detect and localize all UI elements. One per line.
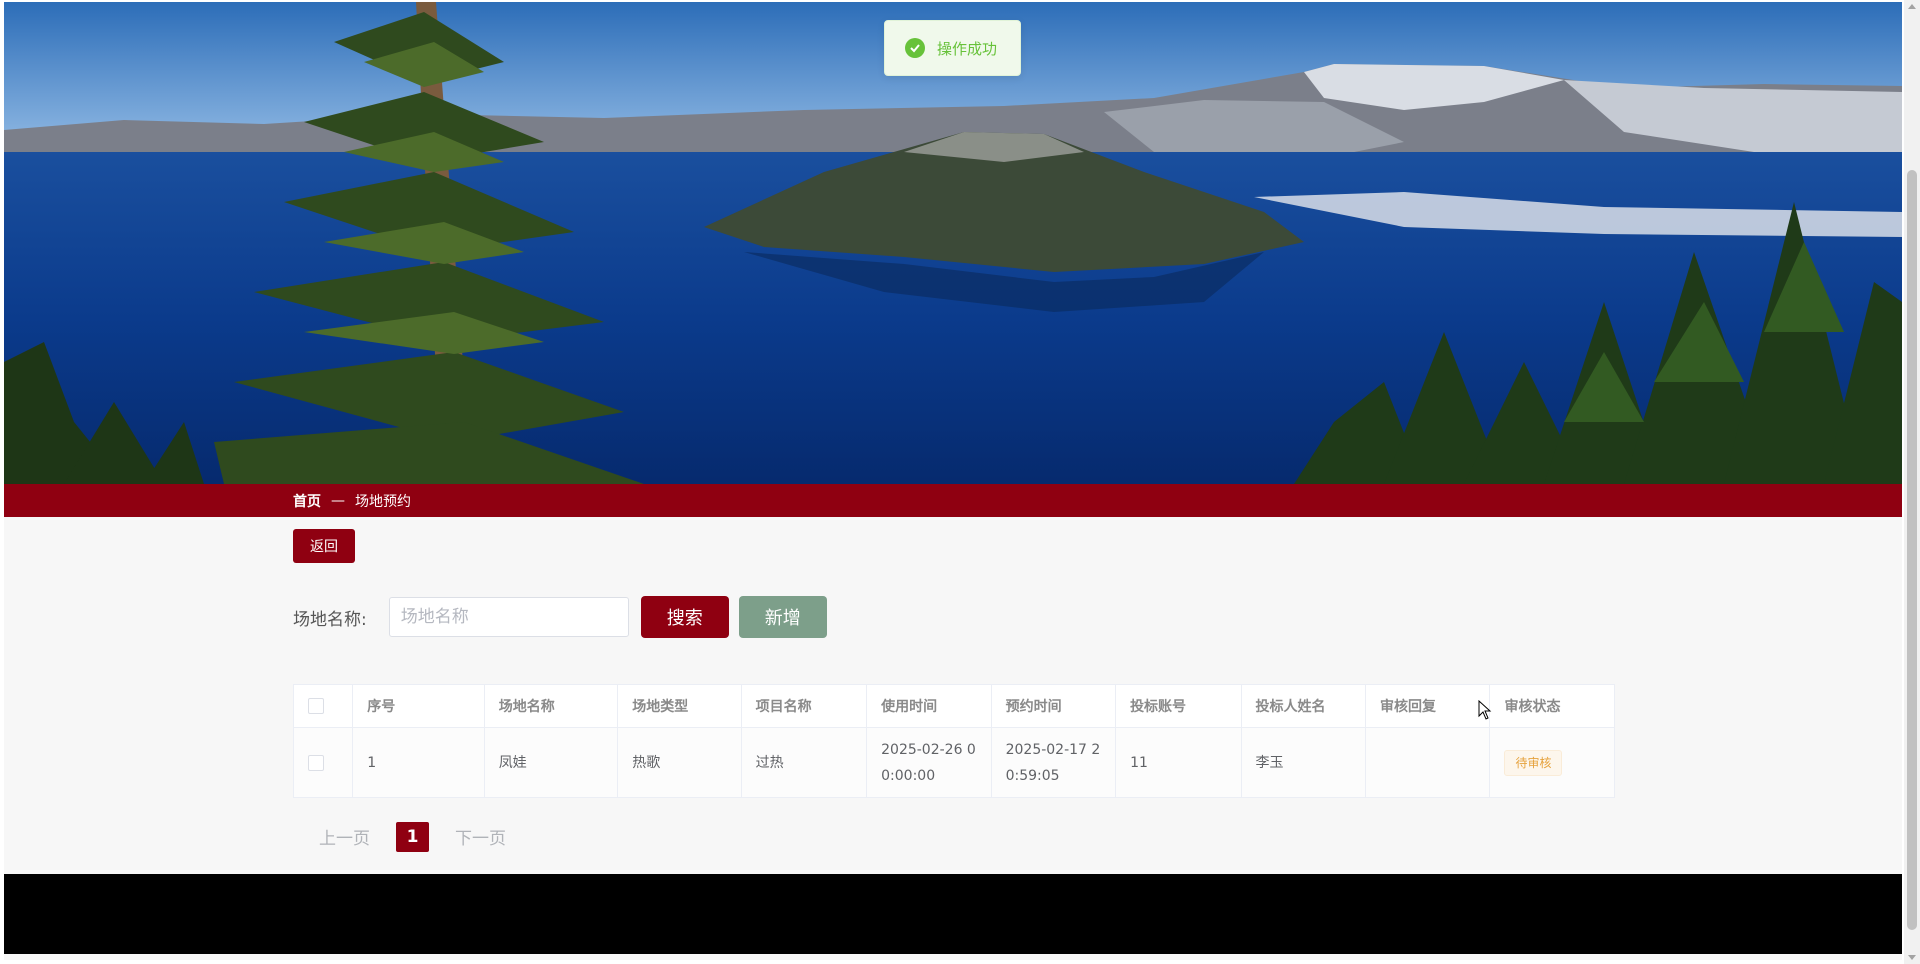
breadcrumb-bar: 首页 — 场地预约 <box>4 484 1902 517</box>
cell-venue-type: 热歌 <box>617 727 742 798</box>
cell-venue-name: 凤娃 <box>483 727 619 798</box>
table-header-row: 序号 场地名称 场地类型 项目名称 使用时间 预约时间 投标账号 投标人姓名 审… <box>292 684 1615 728</box>
select-all-checkbox[interactable] <box>308 698 324 714</box>
breadcrumb-current: 场地预约 <box>355 493 411 510</box>
header-review-reply: 审核回复 <box>1364 684 1491 728</box>
header-review-status: 审核状态 <box>1489 684 1615 728</box>
scroll-up-icon[interactable] <box>1908 4 1916 9</box>
booking-table: 序号 场地名称 场地类型 项目名称 使用时间 预约时间 投标账号 投标人姓名 审… <box>292 684 1615 798</box>
footer <box>4 874 1902 954</box>
check-circle-icon <box>905 38 925 58</box>
mouse-cursor-icon <box>1478 699 1492 724</box>
table-row[interactable]: 1 凤娃 热歌 过热 2025-02-26 00:00:00 2025-02-1… <box>292 727 1615 798</box>
select-all-cell <box>292 684 354 728</box>
cell-project-name: 过热 <box>740 727 868 798</box>
header-venue-type: 场地类型 <box>617 684 742 728</box>
breadcrumb-separator: — <box>331 492 345 509</box>
search-bar: 场地名称: 搜索 新增 <box>293 596 827 638</box>
prev-page-button[interactable]: 上一页 <box>309 820 380 853</box>
toast-message: 操作成功 <box>937 39 998 58</box>
header-venue-name: 场地名称 <box>483 684 619 728</box>
cell-index: 1 <box>352 727 485 798</box>
row-checkbox[interactable] <box>308 754 324 771</box>
header-bidder-name: 投标人姓名 <box>1240 684 1367 728</box>
cell-bidder-name: 李玉 <box>1240 727 1367 798</box>
scroll-down-icon[interactable] <box>1908 955 1916 960</box>
search-label: 场地名称: <box>293 609 367 630</box>
vertical-scrollbar[interactable] <box>1904 0 1920 964</box>
page-viewport: 操作成功 首页 — 场地预约 返回 场地名称: 搜索 新增 序号 场地名称 场地… <box>4 2 1902 960</box>
back-button[interactable]: 返回 <box>293 529 355 563</box>
header-project-name: 项目名称 <box>740 684 868 728</box>
cell-review-status: 待审核 <box>1489 727 1615 798</box>
cell-booking-time: 2025-02-17 20:59:05 <box>990 727 1117 798</box>
breadcrumb: 首页 — 场地预约 <box>293 491 411 511</box>
header-use-time: 使用时间 <box>866 684 992 728</box>
page-number-current[interactable]: 1 <box>396 821 429 852</box>
cell-review-reply <box>1364 727 1491 798</box>
next-page-button[interactable]: 下一页 <box>445 820 516 853</box>
status-badge: 待审核 <box>1504 749 1563 776</box>
header-index: 序号 <box>352 684 485 728</box>
pagination: 上一页 1 下一页 <box>309 820 516 853</box>
success-toast: 操作成功 <box>884 20 1021 76</box>
breadcrumb-home[interactable]: 首页 <box>293 491 321 511</box>
cell-use-time: 2025-02-26 00:00:00 <box>866 727 992 798</box>
venue-name-input[interactable] <box>388 597 629 637</box>
cell-bid-account: 11 <box>1115 727 1242 798</box>
header-booking-time: 预约时间 <box>990 684 1117 728</box>
scroll-thumb[interactable] <box>1907 170 1917 930</box>
header-bid-account: 投标账号 <box>1115 684 1242 728</box>
add-button[interactable]: 新增 <box>738 596 827 638</box>
search-button[interactable]: 搜索 <box>640 596 729 638</box>
row-select-cell <box>292 727 354 798</box>
